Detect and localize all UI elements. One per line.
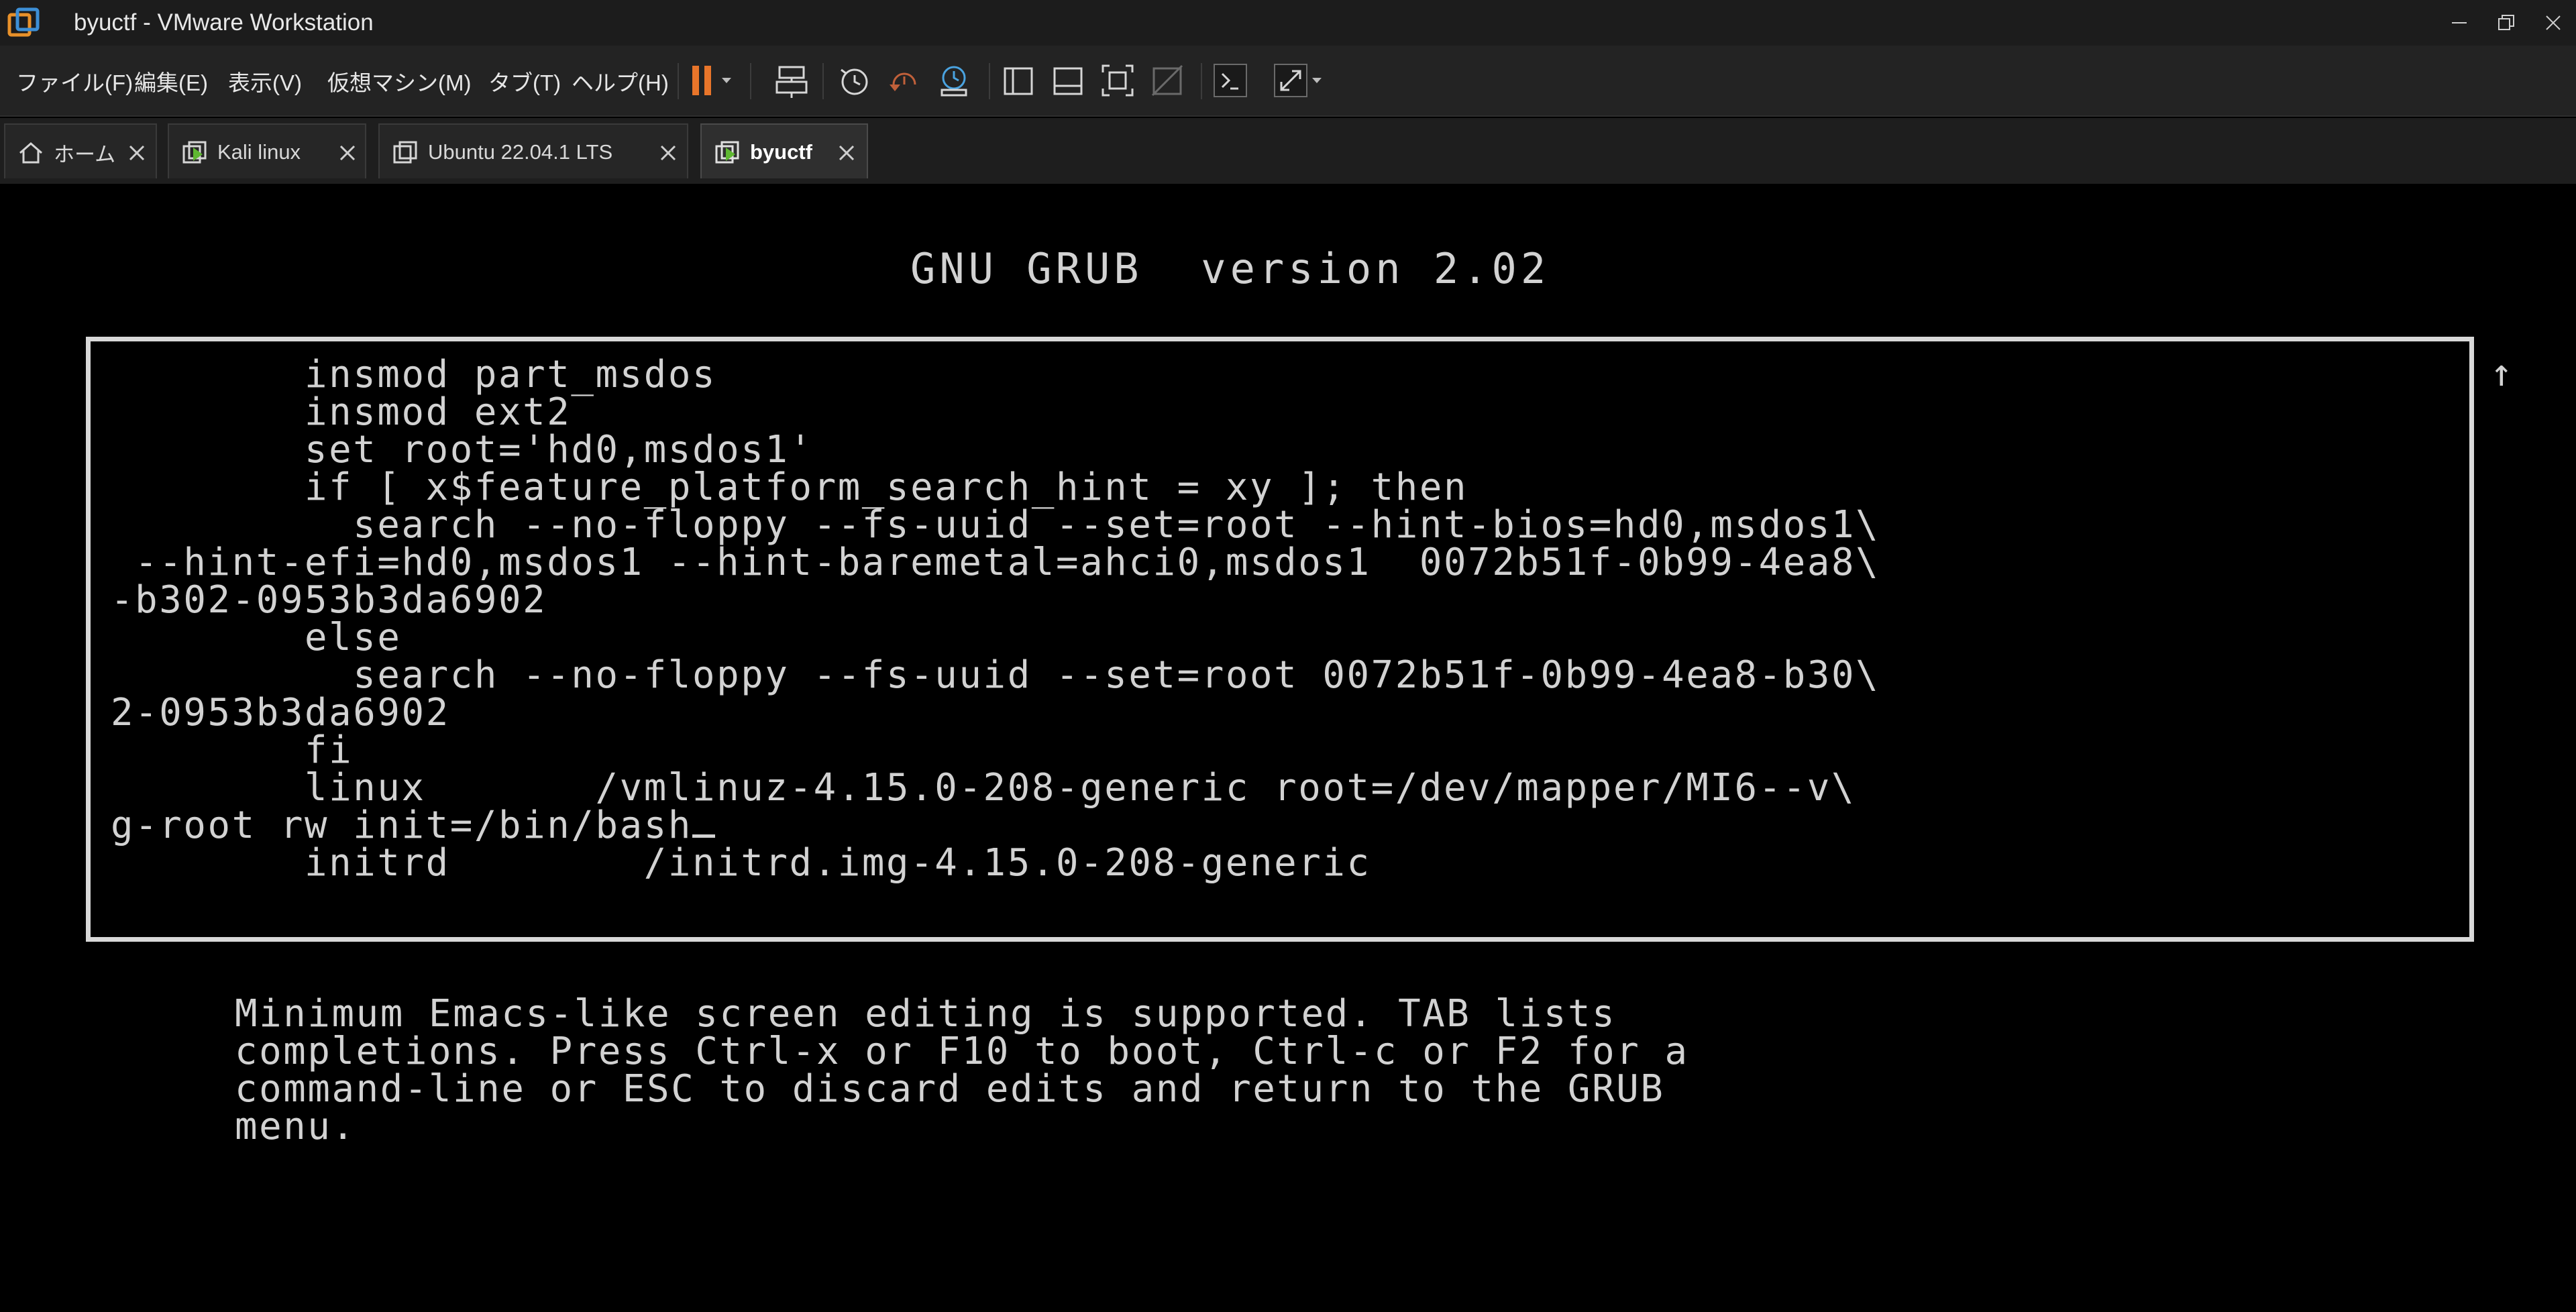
pause-icon [692, 66, 731, 95]
grub-entry-editor[interactable]: insmod part_msdos insmod ext2 set root='… [111, 356, 1880, 882]
code-line: fi [111, 728, 354, 772]
help-line: completions. Press Ctrl-x or F10 to boot… [235, 1030, 1689, 1073]
close-tab-button[interactable] [655, 140, 682, 166]
close-icon [339, 145, 356, 161]
stretch-guest-button[interactable] [1272, 60, 1332, 101]
code-line: else [111, 616, 402, 659]
show-library-button[interactable] [998, 60, 1038, 101]
tab-label: byuctf [750, 140, 812, 164]
code-line: set root='hd0,msdos1' [111, 428, 814, 472]
tab-kali-linux[interactable]: Kali linux [168, 123, 366, 178]
menu-help[interactable]: ヘルプ(H) [572, 46, 669, 117]
code-line: insmod part_msdos [111, 353, 717, 396]
grub-header: GNU GRUB version 2.02 [910, 244, 1550, 293]
code-line: insmod ext2 [111, 390, 572, 434]
close-icon [129, 145, 145, 161]
console-view-button[interactable] [1210, 60, 1250, 101]
tab-ubuntu[interactable]: Ubuntu 22.04.1 LTS [378, 123, 688, 178]
close-tab-button[interactable] [123, 140, 150, 166]
minimize-icon [2452, 22, 2467, 23]
vmware-app-icon[interactable] [7, 7, 40, 40]
tab-bar: ホーム Kali linux Ubuntu 22.04.1 LTS byuctf [0, 118, 2576, 184]
window-title: byuctf - VMware Workstation [74, 9, 374, 36]
full-screen-icon [1102, 64, 1134, 97]
restore-icon [2498, 15, 2514, 30]
code-line: linux /vmlinuz-4.15.0-208-generic root=/… [111, 766, 1856, 810]
tab-label: Kali linux [217, 140, 301, 164]
code-line: --hint-efi=hd0,msdos1 --hint-baremetal=a… [111, 541, 1880, 584]
menu-view[interactable]: 表示(V) [228, 46, 302, 117]
menu-file[interactable]: ファイル(F) [16, 46, 133, 117]
tab-byuctf[interactable]: byuctf [700, 123, 868, 178]
vm-console[interactable]: GNU GRUB version 2.02 insmod part_msdos … [0, 184, 2576, 1312]
toolbar-separator [678, 63, 679, 99]
home-icon [19, 142, 42, 164]
code-line: -b302-0953b3da6902 [111, 578, 547, 622]
network-send-icon [775, 66, 808, 98]
pause-button[interactable] [686, 60, 739, 101]
restore-button[interactable] [2479, 0, 2533, 46]
menu-tabs[interactable]: タブ(T) [488, 46, 561, 117]
snapshot-manager-icon [941, 66, 967, 97]
menu-vm[interactable]: 仮想マシン(M) [327, 46, 471, 117]
revert-snapshot-button[interactable] [884, 60, 924, 101]
menu-toolbar: ファイル(F) 編集(E) 表示(V) 仮想マシン(M) タブ(T) ヘルプ(H… [0, 46, 2576, 117]
vm-running-icon [182, 141, 207, 164]
snapshot-manager-button[interactable] [934, 60, 974, 101]
vm-running-icon [715, 141, 739, 164]
unity-disabled-icon [1151, 64, 1183, 97]
code-line: search --no-floppy --fs-uuid --set=root … [111, 503, 1880, 547]
close-icon [2546, 15, 2561, 30]
scroll-up-indicator: ↑ [2490, 351, 2513, 395]
close-icon [839, 145, 855, 161]
help-line: command-line or ESC to discard edits and… [235, 1067, 1665, 1111]
help-line: menu. [235, 1105, 356, 1148]
close-icon [660, 145, 676, 161]
toolbar-separator [822, 63, 824, 99]
tab-label: ホーム [54, 142, 116, 166]
tab-label: Ubuntu 22.04.1 LTS [428, 140, 613, 164]
code-line: 2-0953b3da6902 [111, 691, 450, 734]
library-panel-icon [1004, 67, 1033, 95]
menu-edit[interactable]: 編集(E) [134, 46, 208, 117]
toolbar-separator [1201, 63, 1202, 99]
title-bar: byuctf - VMware Workstation [0, 0, 2576, 46]
close-window-button[interactable] [2526, 0, 2576, 46]
show-thumbnail-bar-button[interactable] [1048, 60, 1088, 101]
vm-icon [393, 141, 417, 164]
help-line: Minimum Emacs-like screen editing is sup… [235, 992, 1617, 1036]
terminal-icon [1214, 64, 1247, 97]
tab-home[interactable]: ホーム [4, 123, 157, 178]
snapshot-button[interactable] [835, 60, 875, 101]
toolbar-separator [750, 63, 751, 99]
stretch-icon [1274, 64, 1322, 97]
unity-mode-button[interactable] [1147, 60, 1187, 101]
close-tab-button[interactable] [833, 140, 860, 166]
cursor-line: g-root rw init=/bin/bash [111, 807, 1880, 844]
code-line: initrd /initrd.img-4.15.0-208-generic [111, 841, 1371, 885]
minimize-button[interactable] [2432, 0, 2486, 46]
code-line: search --no-floppy --fs-uuid --set=root … [111, 653, 1880, 697]
send-ctrl-alt-del-button[interactable] [771, 60, 812, 101]
text-cursor [692, 834, 716, 838]
close-tab-button[interactable] [334, 140, 361, 166]
grub-edit-box[interactable]: insmod part_msdos insmod ext2 set root='… [86, 337, 2474, 942]
toolbar-separator [989, 63, 990, 99]
revert-snapshot-icon [890, 72, 916, 91]
snapshot-clock-icon [841, 68, 868, 95]
thumbnail-bar-icon [1053, 67, 1083, 95]
full-screen-button[interactable] [1097, 60, 1138, 101]
grub-help-text: Minimum Emacs-like screen editing is sup… [235, 995, 1689, 1146]
code-line: if [ x$feature_platform_search_hint = xy… [111, 466, 1468, 509]
